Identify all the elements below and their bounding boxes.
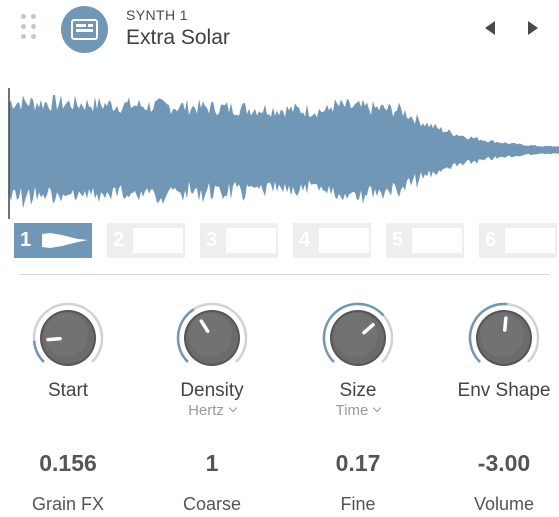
sample-slot-3[interactable]: 3 bbox=[200, 223, 278, 258]
param-label: Volume bbox=[473, 494, 535, 514]
drag-handle-icon[interactable] bbox=[21, 14, 37, 40]
slot-number: 2 bbox=[113, 229, 125, 251]
sample-slot-2[interactable]: 2 bbox=[107, 223, 185, 258]
unit-label: Hertz bbox=[188, 402, 224, 419]
slot-thumbnail bbox=[133, 228, 183, 253]
param-label: Grain FX bbox=[31, 494, 105, 514]
slot-number: 6 bbox=[485, 229, 497, 251]
slot-number: 4 bbox=[299, 229, 311, 251]
param-value[interactable]: 0.156 bbox=[0, 450, 143, 477]
synth-module-icon[interactable] bbox=[61, 6, 108, 53]
sample-slot-4[interactable]: 4 bbox=[293, 223, 371, 258]
triangle-left-icon[interactable] bbox=[485, 21, 495, 35]
knob-density[interactable] bbox=[176, 302, 248, 374]
knob-label: Start bbox=[47, 380, 89, 401]
chevron-down-icon bbox=[228, 403, 238, 413]
slot-thumbnail bbox=[226, 228, 276, 253]
knob-label: Density bbox=[180, 380, 244, 401]
slot-number: 1 bbox=[20, 229, 32, 251]
param-value[interactable]: -3.00 bbox=[429, 450, 559, 477]
knob-label: Env Shape bbox=[457, 380, 551, 401]
slot-thumbnail bbox=[319, 228, 369, 253]
unit-label: Time bbox=[335, 402, 369, 419]
slot-thumbnail bbox=[412, 228, 462, 253]
slot-number: 5 bbox=[392, 229, 404, 251]
knob-env-shape[interactable] bbox=[468, 302, 540, 374]
section-divider bbox=[19, 274, 550, 275]
param-label: Fine bbox=[340, 494, 376, 514]
synth-label: SYNTH 1 bbox=[126, 7, 188, 23]
knob-size[interactable] bbox=[322, 302, 394, 374]
preset-name[interactable]: Extra Solar bbox=[126, 26, 230, 50]
sample-slot-6[interactable]: 6 bbox=[479, 223, 557, 258]
waveform-display[interactable] bbox=[0, 84, 559, 224]
sample-slot-5[interactable]: 5 bbox=[386, 223, 464, 258]
knob-start[interactable] bbox=[32, 302, 104, 374]
slot-number: 3 bbox=[206, 229, 218, 251]
sample-slot-1[interactable]: 1 bbox=[14, 223, 92, 258]
param-label: Coarse bbox=[182, 494, 242, 514]
knob-label: Size bbox=[339, 380, 377, 401]
knob-unit-dropdown[interactable]: Hertz bbox=[137, 402, 287, 419]
waveform-shape bbox=[9, 94, 559, 209]
knob-unit-dropdown[interactable]: Time bbox=[283, 402, 433, 419]
slot-thumbnail bbox=[505, 228, 555, 253]
triangle-right-icon[interactable] bbox=[528, 21, 538, 35]
chevron-down-icon bbox=[373, 403, 382, 413]
param-value[interactable]: 0.17 bbox=[283, 450, 433, 477]
slot-thumbnail bbox=[40, 228, 90, 253]
param-value[interactable]: 1 bbox=[137, 450, 287, 477]
